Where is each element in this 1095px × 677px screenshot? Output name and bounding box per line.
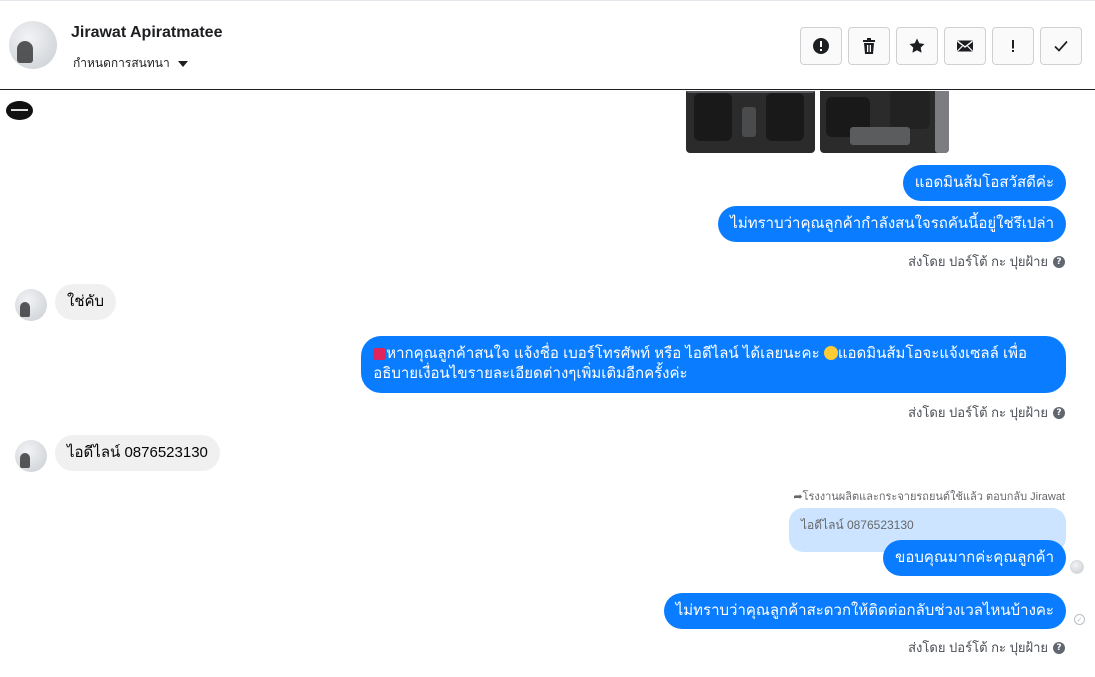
message-text: แอดมินส้มโอจะแจ้งเซลล์ เพื่อ <box>837 345 1027 362</box>
follow-up-button[interactable] <box>992 27 1034 65</box>
report-spam-button[interactable] <box>800 27 842 65</box>
car-interior-photo[interactable] <box>820 91 949 153</box>
sent-by-note: ส่งโดย ปอร์โต้ กะ ปุยฝ้าย ? <box>908 402 1065 423</box>
mark-done-button[interactable] <box>1040 27 1082 65</box>
incoming-message[interactable]: ใช่คับ <box>55 284 117 320</box>
smiling-face-with-hearts-emoji-icon <box>823 346 838 360</box>
star-icon <box>909 38 925 53</box>
conversation-settings-label: กำหนดการสนทนา <box>73 56 170 70</box>
contact-avatar-small[interactable] <box>15 289 47 321</box>
page-logo <box>6 101 33 120</box>
outgoing-message[interactable]: แอดมินส้มโอสวัสดีค่ะ <box>902 165 1066 201</box>
question-circle-icon[interactable]: ? <box>1053 406 1065 419</box>
sent-check-icon: ✓ <box>1074 614 1085 625</box>
car-interior-photo[interactable] <box>686 91 815 153</box>
conversation-toolbar <box>800 27 1082 65</box>
message-text: หากคุณลูกค้าสนใจ แจ้งชื่อ เบอร์โทรศัพท์ … <box>386 345 820 362</box>
question-circle-icon[interactable]: ? <box>1053 641 1065 654</box>
sent-by-text: ส่งโดย ปอร์โต้ กะ ปุยฝ้าย <box>908 640 1048 655</box>
message-thread[interactable]: แอดมินส้มโอสวัสดีค่ะ ไม่ทราบว่าคุณลูกค้า… <box>0 91 1095 677</box>
alert-circle-icon <box>813 38 829 54</box>
sent-by-note: ส่งโดย ปอร์โต้ กะ ปุยฝ้าย ? <box>908 251 1065 272</box>
mark-unread-button[interactable] <box>944 27 986 65</box>
incoming-message[interactable]: ไอดีไลน์ 0876523130 <box>55 435 220 471</box>
reply-info: ➦โรงงานผลิตและกระจายรถยนต์ใช้แล้ว ตอบกลั… <box>793 487 1065 505</box>
sent-by-text: ส่งโดย ปอร์โต้ กะ ปุยฝ้าย <box>908 254 1048 269</box>
star-button[interactable] <box>896 27 938 65</box>
conversation-header: Jirawat Apiratmatee กำหนดการสนทนา <box>0 0 1095 90</box>
outgoing-message[interactable]: ขอบคุณมากค่ะคุณลูกค้า <box>883 540 1066 576</box>
reply-info-text: โรงงานผลิตและกระจายรถยนต์ใช้แล้ว ตอบกลับ… <box>802 491 1065 503</box>
caret-down-icon <box>177 60 188 67</box>
check-icon <box>1054 40 1068 52</box>
outgoing-message[interactable]: หากคุณลูกค้าสนใจ แจ้งชื่อ เบอร์โทรศัพท์ … <box>361 336 1066 393</box>
seen-avatar <box>1070 560 1084 574</box>
outgoing-message[interactable]: ไม่ทราบว่าคุณลูกค้ากำลังสนใจรถคันนี้อยู่… <box>718 206 1066 242</box>
contact-avatar-small[interactable] <box>15 440 47 472</box>
question-circle-icon[interactable]: ? <box>1053 255 1065 268</box>
outgoing-message[interactable]: ไม่ทราบว่าคุณลูกค้าสะดวกให้ติดต่อกลับช่ว… <box>663 593 1066 629</box>
conversation-settings-dropdown[interactable]: กำหนดการสนทนา <box>73 54 188 73</box>
telephone-emoji-icon <box>373 348 387 360</box>
contact-name[interactable]: Jirawat Apiratmatee <box>71 24 222 42</box>
sent-by-note: ส่งโดย ปอร์โต้ กะ ปุยฝ้าย ? <box>908 637 1065 658</box>
sent-by-text: ส่งโดย ปอร์โต้ กะ ปุยฝ้าย <box>908 405 1048 420</box>
contact-avatar[interactable] <box>9 21 57 69</box>
reply-arrow-icon: ➦ <box>793 491 803 503</box>
trash-icon <box>863 38 875 54</box>
delete-button[interactable] <box>848 27 890 65</box>
exclamation-icon <box>1012 40 1014 52</box>
message-text: อธิบายเงื่อนไขรายละเอียดต่างๆเพิ่มเติมอี… <box>373 365 688 382</box>
envelope-icon <box>957 40 973 52</box>
